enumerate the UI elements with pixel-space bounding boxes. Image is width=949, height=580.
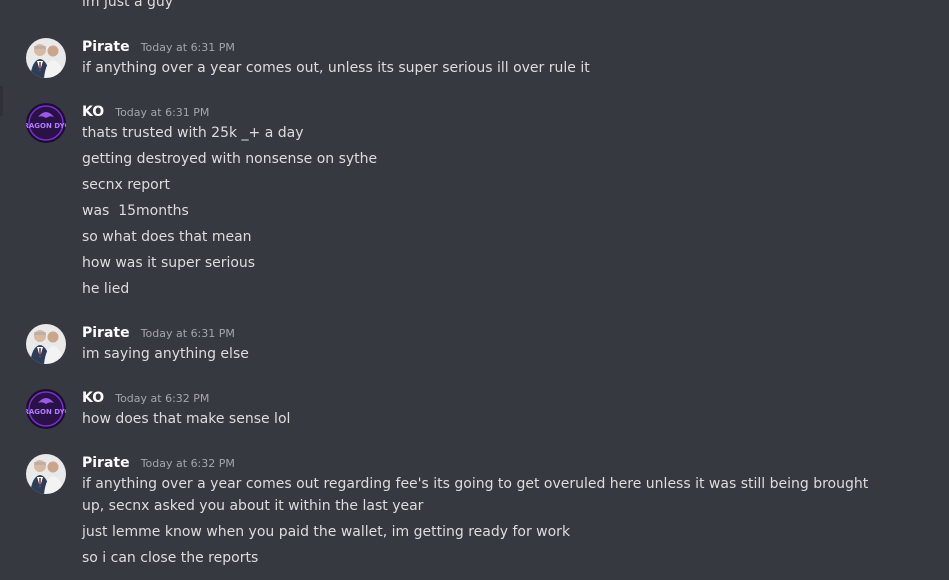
timestamp: Today at 6:31 PM — [115, 106, 210, 119]
timestamp: Today at 6:31 PM — [140, 41, 235, 54]
username[interactable]: Pirate — [82, 39, 130, 55]
message-text: im saying anything else — [82, 346, 249, 362]
message-text: so i can close the reports — [82, 550, 259, 566]
message-text: how does that make sense lol — [82, 411, 291, 427]
username[interactable]: Pirate — [82, 325, 130, 341]
message-text: secnx report — [82, 177, 170, 193]
pirate-avatar[interactable] — [26, 38, 66, 78]
timestamp: Today at 6:32 PM — [115, 392, 210, 405]
message-text: thats trusted with 25k _+ a day — [82, 125, 304, 141]
timestamp: Today at 6:32 PM — [140, 457, 235, 470]
message-text: how was it super serious — [82, 255, 256, 271]
ko-avatar[interactable]: DRAGON DYCE — [26, 389, 66, 429]
message-text: he lied — [82, 281, 130, 297]
message-text: if anything over a year comes out, unles… — [82, 60, 590, 76]
ko-avatar[interactable]: DRAGON DYCE — [26, 103, 66, 143]
message-text: so what does that mean — [82, 229, 252, 245]
scroll-indicator — [0, 86, 3, 116]
pirate-avatar[interactable] — [26, 454, 66, 494]
previous-message-text: im just a guy — [82, 0, 174, 10]
username[interactable]: Pirate — [82, 455, 130, 471]
chat-message-list[interactable]: im just a guy Pirate Today at 6:31 PM if… — [0, 0, 949, 580]
timestamp: Today at 6:31 PM — [140, 327, 235, 340]
avatar-logo-text: DRAGON DYCE — [26, 122, 66, 130]
username[interactable]: KO — [82, 104, 104, 120]
message-text: getting destroyed with nonsense on sythe — [82, 151, 378, 167]
username[interactable]: KO — [82, 390, 104, 406]
message-text: if anything over a year comes out regard… — [82, 476, 869, 514]
pirate-avatar[interactable] — [26, 324, 66, 364]
message-text: just lemme know when you paid the wallet… — [82, 524, 571, 540]
avatar-logo-text: DRAGON DYCE — [26, 408, 66, 416]
message-text: was 15months — [82, 203, 189, 219]
